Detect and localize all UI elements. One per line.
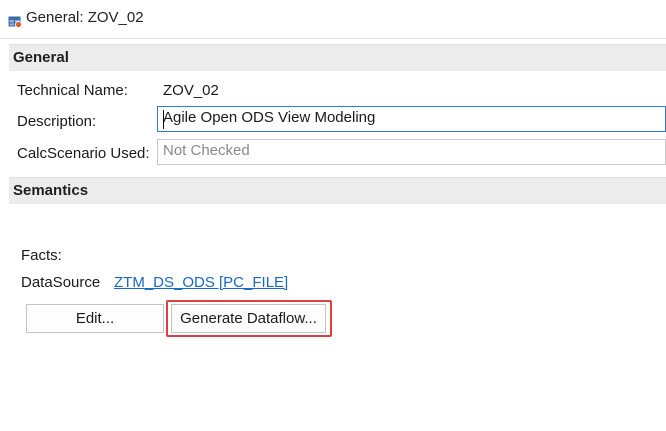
datasource-link[interactable]: ZTM_DS_ODS [PC_FILE] <box>114 274 288 291</box>
semantics-section-title: Semantics <box>13 182 89 199</box>
semantics-section-header[interactable]: Semantics <box>9 177 666 204</box>
facts-label: Facts: <box>21 247 62 264</box>
description-value: Agile Open ODS View Modeling <box>163 109 376 126</box>
calcscenario-field: Not Checked <box>157 139 666 165</box>
calcscenario-label: CalcScenario Used: <box>17 145 150 162</box>
generate-dataflow-button[interactable]: Generate Dataflow... <box>171 304 326 333</box>
description-input[interactable]: Agile Open ODS View Modeling <box>157 106 666 132</box>
edit-button[interactable]: Edit... <box>26 304 164 333</box>
editor-title: General: ZOV_02 <box>26 9 144 26</box>
editor-title-bar: General: ZOV_02 <box>0 0 666 39</box>
view-model-icon <box>8 16 22 28</box>
general-section-header[interactable]: General <box>9 44 666 71</box>
text-cursor <box>163 110 164 129</box>
technical-name-label: Technical Name: <box>17 82 128 99</box>
description-label: Description: <box>17 113 97 130</box>
general-section-title: General <box>13 49 69 66</box>
datasource-label: DataSource <box>21 274 101 291</box>
calcscenario-value: Not Checked <box>163 142 250 159</box>
technical-name-value: ZOV_02 <box>163 82 219 99</box>
